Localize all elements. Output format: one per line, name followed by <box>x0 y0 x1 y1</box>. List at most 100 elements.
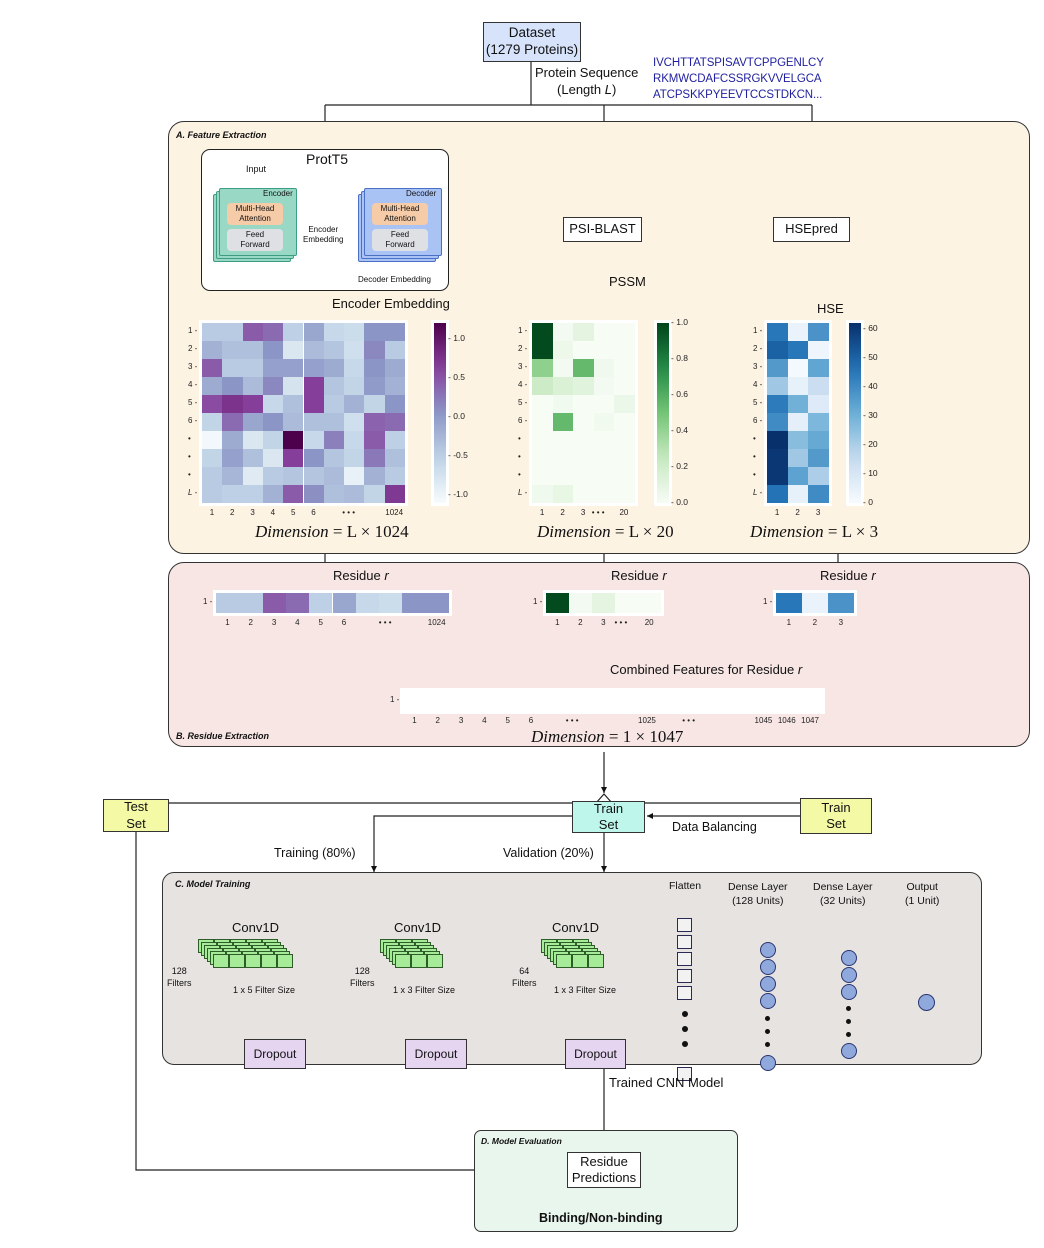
row-tick-label: • <box>518 452 521 461</box>
heatmap-cell <box>262 485 284 503</box>
heatmap-cell <box>787 467 808 485</box>
col-tick-label: 1 <box>412 716 417 725</box>
heatmap-cell <box>767 341 788 359</box>
col-tick-label: 2 <box>578 618 583 627</box>
dense-node <box>841 984 857 1000</box>
conv1d-title-1: Conv1D <box>232 920 279 935</box>
pssm-heatmap: 1 - 2 - 3 - 4 - 5 - 6 - • • • L - 1 2 3 • • • 20 - 1.0 -… <box>510 317 700 525</box>
heatmap-cell <box>262 323 284 341</box>
heatmap-cell <box>323 431 345 449</box>
heatmap-cell <box>364 395 385 413</box>
filter-cell <box>588 954 604 968</box>
heatmap-cell <box>552 359 573 377</box>
heatmap-cell <box>242 467 263 485</box>
flatten-label: Flatten <box>669 880 702 892</box>
heatmap-cell <box>202 485 223 503</box>
filter-cell <box>395 954 411 968</box>
colorbar-tick: - 0.0 <box>448 410 466 421</box>
heatmap-cell <box>262 395 284 413</box>
row-tick-label: 4 - <box>518 380 528 389</box>
heatmap-cell <box>222 431 243 449</box>
heatmap-cell <box>808 359 829 377</box>
heatmap-cell <box>303 485 324 503</box>
vector-cell <box>706 691 729 711</box>
balanced-train-set-box[interactable]: Train Set <box>572 801 645 833</box>
col-tick-label: 6 <box>528 716 534 725</box>
row-tick-label: L - <box>753 488 763 497</box>
vector-cell <box>613 691 636 711</box>
heatmap-cell <box>303 449 324 467</box>
dropout-box-2[interactable]: Dropout <box>405 1039 467 1069</box>
dataset-box[interactable]: Dataset (1279 Proteins) <box>483 22 581 62</box>
dropout-box-1[interactable]: Dropout <box>244 1039 306 1069</box>
heatmap-cell <box>532 359 553 377</box>
vector-cell <box>566 691 589 711</box>
data-balancing-label: Data Balancing <box>672 820 757 834</box>
row-tick-label: 1 - <box>533 597 543 606</box>
filter-cell <box>277 954 293 968</box>
heatmap-cell <box>303 359 324 377</box>
heatmap-cell <box>262 377 284 395</box>
col-tick-label: 1 <box>774 508 780 517</box>
ellipsis-dot <box>846 1032 851 1037</box>
col-tick-label: 1 <box>225 618 230 627</box>
col-tick-label: • • • <box>378 618 392 627</box>
heatmap-cell <box>808 395 829 413</box>
validation-split-label: Validation (20%) <box>503 846 594 860</box>
colorbar-tick: - 10 <box>863 467 878 478</box>
filter-cell <box>229 954 245 968</box>
residue-predictions-box[interactable]: Residue Predictions <box>567 1152 641 1188</box>
ellipsis-dot <box>846 1019 851 1024</box>
panel-d-title: D. Model Evaluation <box>481 1136 562 1146</box>
heatmap-cell <box>242 413 263 431</box>
heatmap-cell <box>808 467 829 485</box>
heatmap-cell <box>787 413 808 431</box>
psiblast-box[interactable]: PSI-BLAST <box>563 217 642 242</box>
heatmap-cell <box>532 413 553 431</box>
colorbar <box>849 323 861 503</box>
vector-cell <box>592 593 615 613</box>
heatmap-cell <box>573 395 594 413</box>
filter-count-1: 128 Filters <box>167 966 192 988</box>
col-tick-label: 3 <box>250 508 255 517</box>
col-tick-label: 5 <box>505 716 510 725</box>
heatmap-cell <box>222 323 243 341</box>
colorbar-tick: - 60 <box>863 322 878 333</box>
row-tick-label: 3 - <box>753 362 763 371</box>
heatmap-cell <box>787 341 808 359</box>
heatmap-cell <box>364 359 385 377</box>
heatmap-cell <box>222 395 243 413</box>
heatmap-cell <box>593 359 614 377</box>
heatmap-cell <box>384 359 405 377</box>
test-set-box[interactable]: Test Set <box>103 799 169 832</box>
heatmap-cell <box>303 377 324 395</box>
vector-cell <box>543 691 566 711</box>
col-tick-label: 4 <box>482 716 487 725</box>
row-tick-label: 3 - <box>518 362 528 371</box>
heatmap-cell <box>593 395 614 413</box>
heatmap-cell <box>283 467 304 485</box>
col-tick-label: 1046 <box>777 716 796 725</box>
dropout-box-3[interactable]: Dropout <box>565 1039 626 1069</box>
heatmap-cell <box>532 323 553 341</box>
heatmap-cell <box>384 485 405 503</box>
vector-cell <box>216 593 240 613</box>
ellipsis-dot <box>682 1041 688 1047</box>
hsepred-box[interactable]: HSEpred <box>773 217 850 242</box>
vector-cell <box>659 691 682 711</box>
heatmap-cell <box>364 323 385 341</box>
heatmap-cell <box>384 413 405 431</box>
dense-node <box>841 950 857 966</box>
col-tick-label: 2 <box>795 508 800 517</box>
raw-train-set-box[interactable]: Train Set <box>800 798 872 834</box>
heatmap-cell <box>573 431 594 449</box>
prott5-input-label: Input <box>246 164 267 174</box>
row-tick-label: 5 - <box>188 398 198 407</box>
heatmap-cell <box>323 341 345 359</box>
dense-node <box>760 959 776 975</box>
heatmap-cell <box>344 449 365 467</box>
vector-cell <box>776 593 802 613</box>
heatmap-cell <box>593 431 614 449</box>
col-tick-label: 1024 <box>385 508 404 517</box>
heatmap-cell <box>808 449 829 467</box>
